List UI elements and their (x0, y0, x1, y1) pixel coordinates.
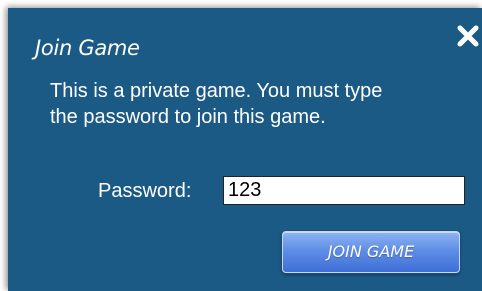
join-game-button[interactable]: JOIN GAME (282, 231, 460, 273)
close-icon (457, 25, 479, 47)
password-label: Password: (98, 180, 192, 202)
private-game-message: This is a private game. You must type th… (50, 80, 383, 128)
password-input[interactable] (223, 176, 465, 205)
dialog-title: Join Game (35, 36, 140, 60)
join-game-dialog: Join Game This is a private game. You mu… (8, 8, 482, 291)
close-button[interactable] (456, 24, 480, 48)
